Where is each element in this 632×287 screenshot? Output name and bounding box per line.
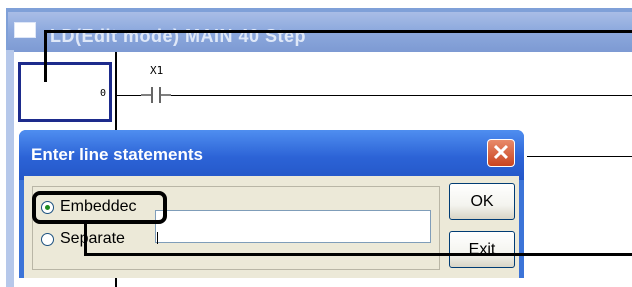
editor-left-border	[6, 50, 14, 287]
statement-input[interactable]	[155, 210, 431, 243]
close-icon: ✕	[491, 140, 511, 165]
ok-button[interactable]: OK	[449, 183, 515, 220]
exit-button[interactable]: Exit	[449, 231, 515, 268]
callout-highlight-box	[32, 191, 167, 224]
contact-device-label: X1	[150, 64, 164, 77]
radio-separate[interactable]: Separate	[41, 230, 125, 248]
ladder-cursor[interactable]	[18, 62, 112, 122]
callout-line-bottom-vertical	[84, 222, 87, 255]
radio-separate-label: Separate	[60, 230, 125, 247]
close-button[interactable]: ✕	[487, 139, 515, 167]
radio-button-unselected[interactable]	[41, 232, 54, 246]
window-icon	[14, 22, 36, 38]
dialog-title: Enter line statements	[31, 145, 203, 164]
rung-line-2	[527, 156, 632, 157]
rung-line	[117, 95, 632, 96]
callout-line-top-vertical	[44, 32, 47, 82]
text-caret	[157, 232, 158, 244]
step-number: 0	[100, 88, 107, 99]
callout-line-bottom-horizontal	[84, 253, 632, 256]
callout-line-top-horizontal	[44, 30, 632, 33]
normally-open-contact-icon[interactable]	[141, 84, 171, 106]
